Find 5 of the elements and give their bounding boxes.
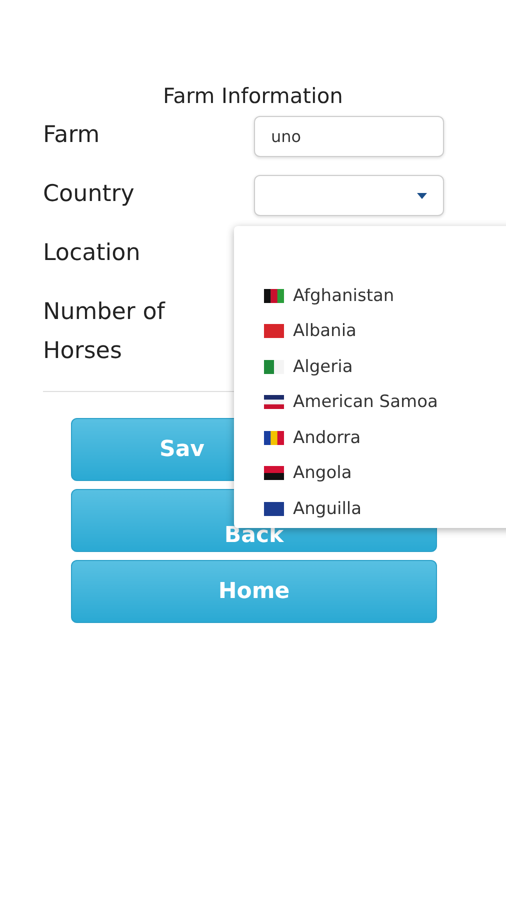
field-label: Country [43,180,136,209]
field-label: Farm [43,121,101,150]
field-label: Location [43,239,142,268]
field-label: Number of Horses [43,298,166,366]
form-title: Farm Information [163,84,343,108]
